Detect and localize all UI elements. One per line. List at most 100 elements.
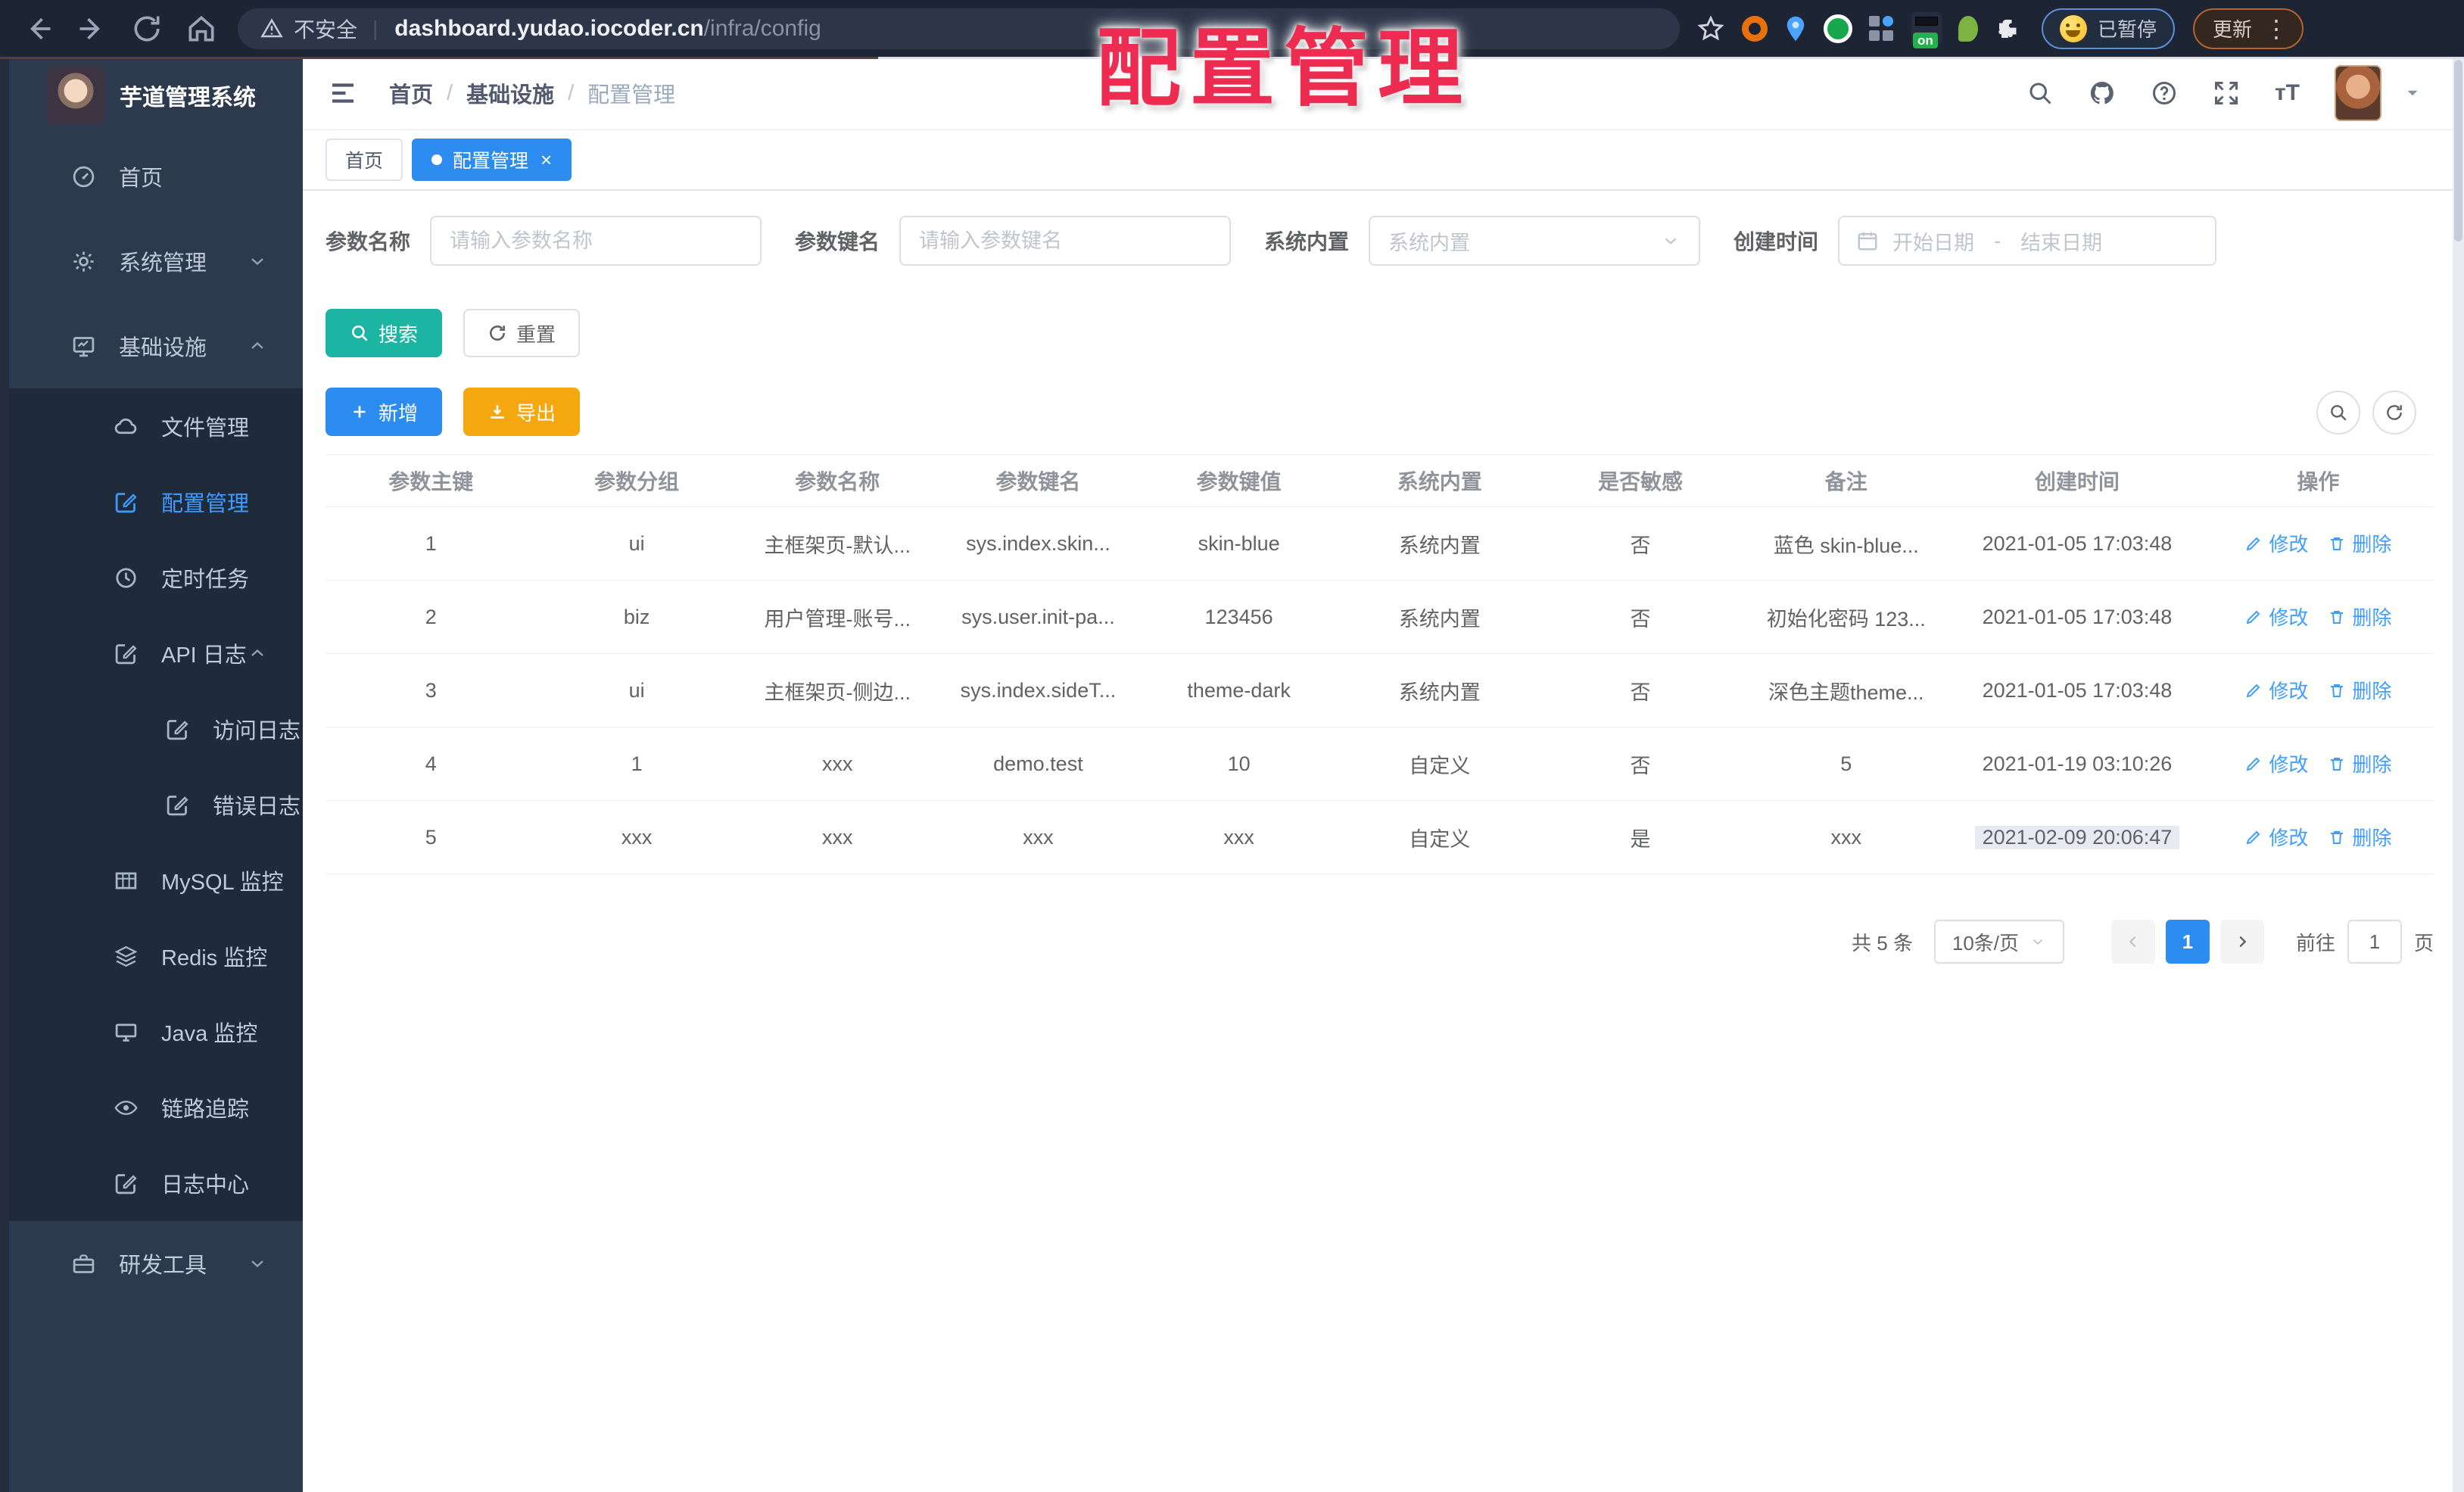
table-cell: 主框架页-侧边... [764,681,911,704]
help-icon[interactable] [2151,79,2178,107]
security-label[interactable]: 不安全 [294,14,357,44]
goto-page-input[interactable] [2347,920,2402,964]
edit-link[interactable]: 修改 [2244,529,2308,557]
extension-leaf-icon[interactable] [1958,15,1978,42]
page-tab-0[interactable]: 首页 [326,139,403,181]
table-cell-created: 2021-01-05 17:03:48 [1982,531,2173,555]
edit-link[interactable]: 修改 [2244,749,2308,777]
next-page-button[interactable] [2219,920,2264,964]
search-icon[interactable] [2026,79,2054,107]
table-header-4: 参数键值 [1196,470,1282,494]
delete-link[interactable]: 删除 [2328,529,2391,557]
github-icon[interactable] [2089,79,2116,107]
extension-green-icon[interactable] [1824,14,1852,43]
export-button[interactable]: 导出 [463,388,581,436]
reset-button[interactable]: 重置 [463,309,581,357]
page-size-select[interactable]: 10条/页 [1933,920,2064,964]
hamburger-icon[interactable] [327,77,359,109]
search-button[interactable]: 搜索 [326,309,443,357]
hide-search-button[interactable] [2316,391,2360,435]
sidebar-item-error-log[interactable]: 错误日志 [0,767,303,843]
edit-link[interactable]: 修改 [2244,676,2308,704]
page-number-1[interactable]: 1 [2165,920,2210,964]
sidebar-item-access-log[interactable]: 访问日志 [0,691,303,767]
extension-orange-icon[interactable] [1742,15,1768,42]
app-logo [47,67,104,124]
chevron-down-icon [247,251,268,272]
table-cell: 123456 [1204,605,1273,628]
sidebar-item-java[interactable]: Java 监控 [0,994,303,1070]
breadcrumb-item-1[interactable]: 基础设施 [466,77,554,109]
prev-page-button[interactable] [2110,920,2155,964]
scrollbar-thumb[interactable] [2454,60,2462,241]
fullscreen-icon[interactable] [2213,79,2240,107]
avatar-caret-down-icon[interactable] [2403,83,2422,103]
param-name-input[interactable] [430,216,762,266]
refresh-table-button[interactable] [2372,391,2416,435]
sidebar-item-config[interactable]: 配置管理 [0,464,303,540]
app-title: 芋道管理系统 [120,86,256,111]
sidebar-item-home[interactable]: 首页 [0,134,303,219]
extension-pin-icon[interactable] [1784,14,1807,43]
page-unit-label: 页 [2413,931,2434,955]
table-cell: 系统内置 [1398,607,1481,631]
delete-link[interactable]: 删除 [2328,749,2391,777]
sidebar-item-label: 链路追踪 [161,1098,250,1122]
scrollbar[interactable] [2453,57,2464,1492]
add-button[interactable]: 新增 [326,388,443,436]
tab-close-icon[interactable]: × [540,150,552,170]
sidebar-item-log-center[interactable]: 日志中心 [0,1145,303,1221]
page-tab-1[interactable]: 配置管理 × [412,139,572,181]
system-builtin-select[interactable]: 系统内置 [1369,216,1701,266]
sidebar-item-dev-tools[interactable]: 研发工具 [0,1221,303,1306]
table-cell-actions: 修改 删除 [2203,823,2434,852]
date-range-picker[interactable]: 开始日期 - 结束日期 [1838,216,2217,266]
param-key-input[interactable] [899,216,1232,266]
extension-grid-icon[interactable] [1869,15,1895,42]
browser-update-button[interactable]: 更新 ⋮ [2193,8,2304,49]
sidebar-item-label: 定时任务 [161,568,250,592]
sidebar-item-label: Java 监控 [161,1022,258,1046]
sidebar-logo-row[interactable]: 芋道管理系统 [0,57,303,134]
sidebar-item-redis[interactable]: Redis 监控 [0,918,303,994]
gear-icon [71,249,96,274]
delete-link[interactable]: 删除 [2328,603,2391,631]
sidebar-item-trace[interactable]: 链路追踪 [0,1070,303,1145]
table-header-2: 参数名称 [795,470,880,494]
edit-link[interactable]: 修改 [2244,603,2308,631]
sidebar-item-label: Redis 监控 [161,946,268,970]
reload-icon[interactable] [130,12,164,45]
browser-menu-icon[interactable]: ⋮ [2264,17,2288,41]
bookmark-star-icon[interactable] [1696,14,1725,43]
home-icon[interactable] [185,12,218,45]
breadcrumb-item-0[interactable]: 首页 [389,77,433,109]
sidebar-item-job[interactable]: 定时任务 [0,540,303,615]
address-separator: | [372,16,378,40]
back-icon[interactable] [21,12,55,45]
sidebar-item-mysql[interactable]: MySQL 监控 [0,843,303,918]
table-header-5: 系统内置 [1397,470,1482,494]
edit-link[interactable]: 修改 [2244,823,2308,851]
table-cell: 系统内置 [1398,534,1481,557]
sidebar-item-system[interactable]: 系统管理 [0,219,303,304]
forward-icon[interactable] [76,12,109,45]
sidebar-item-file[interactable]: 文件管理 [0,388,303,464]
address-bar[interactable]: 不安全 | dashboard.yudao.iocoder.cn /infra/… [238,8,1680,49]
magnifier-icon [2328,403,2348,422]
font-size-icon[interactable]: ᴛT [2275,79,2300,107]
table-cell-actions: 修改 删除 [2203,676,2434,705]
delete-link[interactable]: 删除 [2328,823,2391,851]
profile-paused-pill[interactable]: 已暂停 [2042,8,2176,49]
table-header-9: 操作 [2297,470,2340,494]
sidebar-item-label: 错误日志 [213,795,301,819]
table-icon [114,868,139,893]
sidebar-item-api-log[interactable]: API 日志 [0,615,303,691]
table-cell: theme-dark [1187,678,1291,702]
page-tab-bar: 首页 配置管理 × [303,130,2453,191]
avatar[interactable] [2335,65,2381,121]
extension-on-badge-icon[interactable]: on [1911,11,1942,48]
delete-link[interactable]: 删除 [2328,676,2391,704]
sidebar-item-infra[interactable]: 基础设施 [0,304,303,388]
extensions-puzzle-icon[interactable] [1995,15,2022,42]
table-cell: 4 [425,752,437,775]
